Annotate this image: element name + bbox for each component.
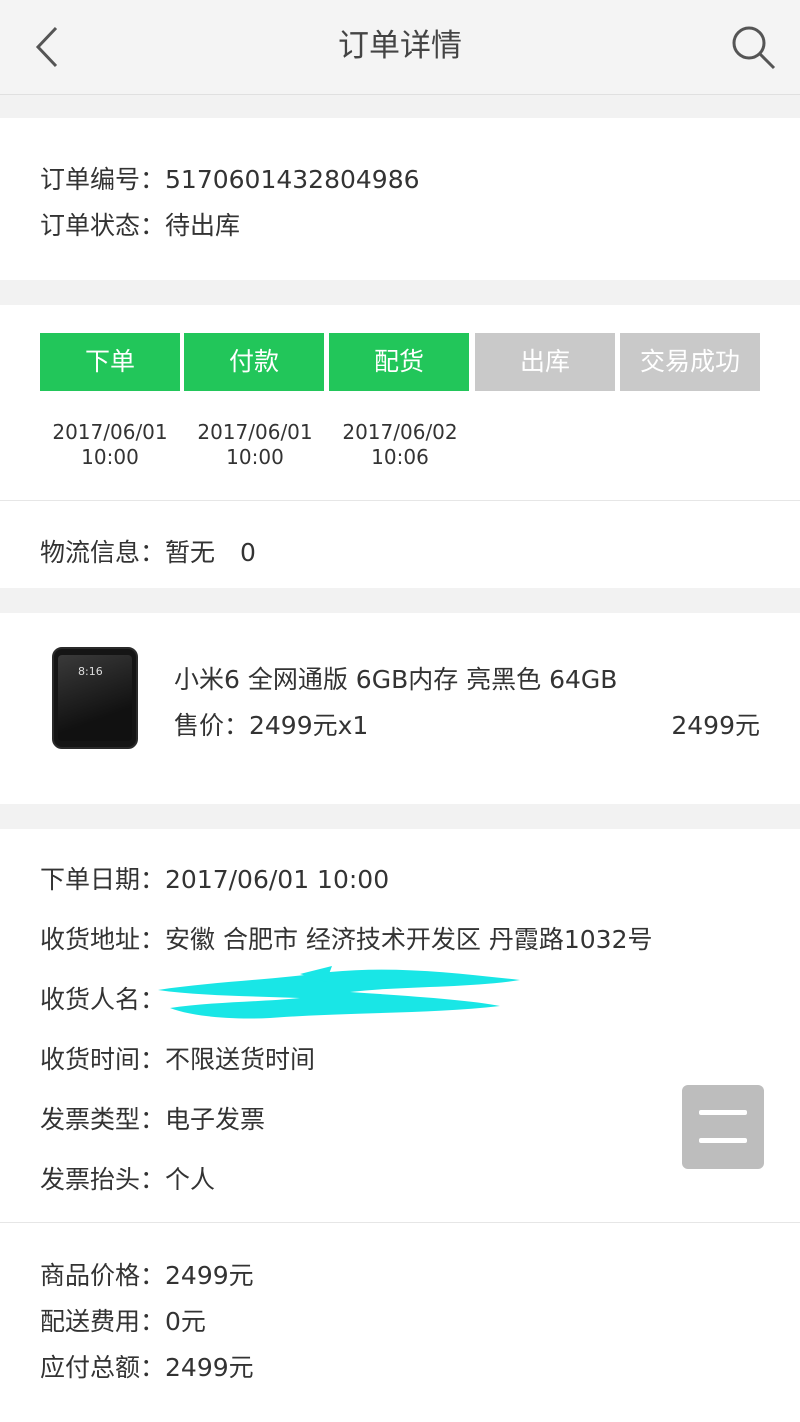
invoice-title-value: 个人 bbox=[165, 1165, 216, 1194]
address-label: 收货地址： bbox=[40, 925, 166, 954]
delivery-time-row: 收货时间：不限送货时间 bbox=[40, 1040, 315, 1076]
address-value: 安徽 合肥市 经济技术开发区 丹霞路1032号 bbox=[165, 925, 653, 954]
invoice-title-row: 发票抬头：个人 bbox=[40, 1160, 215, 1196]
goods-price-row: 商品价格：2499元 bbox=[40, 1256, 254, 1292]
section-divider bbox=[0, 1222, 800, 1223]
goods-price-value: 2499元 bbox=[165, 1261, 254, 1290]
order-status-label: 订单状态： bbox=[40, 211, 166, 240]
product-price-line: 售价：2499元x1 bbox=[174, 711, 369, 740]
order-number-row: 订单编号：5170601432804986 bbox=[40, 160, 420, 196]
page-title: 订单详情 bbox=[338, 28, 462, 64]
order-status-value: 待出库 bbox=[165, 211, 241, 240]
step-time-picking: 2017/06/02 10:06 bbox=[330, 420, 470, 470]
menu-icon-bar bbox=[699, 1138, 747, 1143]
delivery-time-value: 不限送货时间 bbox=[165, 1045, 316, 1074]
phone-clock: 8:16 bbox=[78, 665, 103, 678]
total-row: 应付总额：2499元 bbox=[40, 1348, 254, 1384]
logistics-row[interactable]: 物流信息：暂无 0 bbox=[40, 533, 256, 569]
order-number-label: 订单编号： bbox=[40, 165, 166, 194]
total-value: 2499元 bbox=[165, 1353, 254, 1382]
invoice-type-label: 发票类型： bbox=[40, 1105, 166, 1134]
logistics-label: 物流信息： bbox=[40, 538, 166, 567]
shipping-value: 0元 bbox=[165, 1307, 206, 1336]
product-name: 小米6 全网通版 6GB内存 亮黑色 64GB bbox=[174, 665, 618, 694]
step-clock: 10:00 bbox=[81, 445, 139, 469]
shipping-label: 配送费用： bbox=[40, 1307, 166, 1336]
app-header: 订单详情 bbox=[0, 0, 800, 95]
shipping-row: 配送费用：0元 bbox=[40, 1302, 206, 1338]
section-divider bbox=[0, 500, 800, 501]
step-date: 2017/06/01 bbox=[197, 420, 313, 444]
step-payment: 付款 bbox=[184, 333, 324, 391]
step-clock: 10:06 bbox=[371, 445, 429, 469]
order-date-value: 2017/06/01 10:00 bbox=[165, 865, 390, 894]
goods-price-label: 商品价格： bbox=[40, 1261, 166, 1290]
address-row: 收货地址：安徽 合肥市 经济技术开发区 丹霞路1032号 bbox=[40, 920, 652, 956]
invoice-type-row: 发票类型：电子发票 bbox=[40, 1100, 265, 1136]
redaction-scribble bbox=[158, 966, 520, 1019]
step-place-order: 下单 bbox=[40, 333, 180, 391]
step-picking: 配货 bbox=[329, 333, 469, 391]
product-subtotal: 2499元 bbox=[671, 711, 760, 740]
order-date-row: 下单日期：2017/06/01 10:00 bbox=[40, 860, 389, 896]
total-label: 应付总额： bbox=[40, 1353, 166, 1382]
order-number-value: 5170601432804986 bbox=[165, 165, 420, 194]
invoice-type-value: 电子发票 bbox=[165, 1105, 266, 1134]
product-image: 8:16 bbox=[52, 647, 138, 749]
menu-icon-bar bbox=[699, 1110, 747, 1115]
floating-menu-button[interactable] bbox=[682, 1085, 764, 1169]
order-date-label: 下单日期： bbox=[40, 865, 166, 894]
invoice-title-label: 发票抬头： bbox=[40, 1165, 166, 1194]
receiver-label: 收货人名： bbox=[40, 985, 166, 1014]
step-date: 2017/06/02 bbox=[342, 420, 458, 444]
step-date: 2017/06/01 bbox=[52, 420, 168, 444]
step-time-place-order: 2017/06/01 10:00 bbox=[40, 420, 180, 470]
step-shipped: 出库 bbox=[475, 333, 615, 391]
step-complete: 交易成功 bbox=[620, 333, 760, 391]
search-icon bbox=[732, 26, 776, 70]
search-button[interactable] bbox=[728, 22, 778, 72]
step-clock: 10:00 bbox=[226, 445, 284, 469]
delivery-time-label: 收货时间： bbox=[40, 1045, 166, 1074]
logistics-value: 暂无 0 bbox=[165, 538, 256, 567]
phone-screen: 8:16 bbox=[58, 655, 132, 741]
order-status-row: 订单状态：待出库 bbox=[40, 206, 240, 242]
order-info-section bbox=[0, 118, 800, 280]
step-time-payment: 2017/06/01 10:00 bbox=[185, 420, 325, 470]
receiver-row: 收货人名： bbox=[40, 980, 165, 1016]
